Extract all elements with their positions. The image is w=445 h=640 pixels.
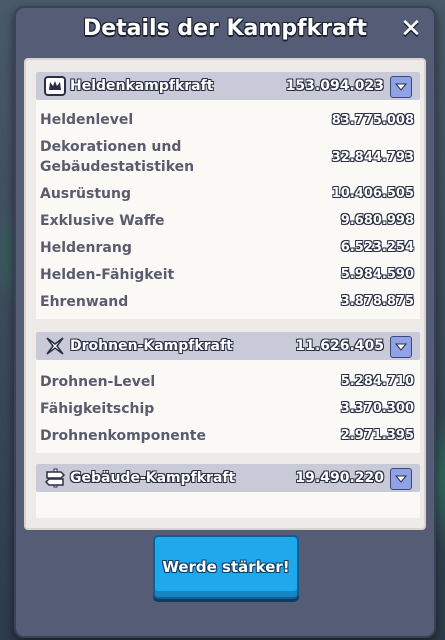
stat-row: Helden-Fähigkeit 5.984.590 [36,261,420,288]
stat-row: Drohnen-Level 5.284.710 [36,368,420,395]
drone-icon [44,335,66,357]
stat-row: Fähigkeitschip 3.370.300 [36,395,420,422]
stat-label: Drohnenkomponente [40,427,206,444]
signpost-icon [44,467,66,489]
stat-row: Ehrenwand 3.878.875 [36,288,420,315]
stat-label: Helden-Fähigkeit [40,266,175,283]
stat-row: Heldenrang 6.523.254 [36,234,420,261]
chevron-down-icon[interactable] [390,336,412,358]
stat-value: 6.523.254 [340,240,414,255]
section-header[interactable]: Drohnen-Kampfkraft 11.626.405 [36,332,420,360]
section-body: Heldenlevel 83.775.008 Dekorationen und … [36,100,420,319]
stat-row: Dekorationen und Gebäudestatistiken 32.8… [36,134,420,180]
stat-label: Heldenlevel [40,112,134,128]
stat-label: Heldenrang [40,239,132,256]
section-header[interactable]: Gebäude-Kampfkraft 19.490.220 [36,464,420,492]
chevron-down-icon[interactable] [390,468,412,490]
stat-row: Drohnenkomponente 2.971.395 [36,422,420,449]
stat-row: Exklusive Waffe 9.680.998 [36,207,420,234]
get-stronger-button[interactable]: Werde stärker! [153,535,299,599]
stat-label: Ehrenwand [40,293,129,310]
combat-power-dialog: Details der Kampfkraft ✕ Heldenkampfkraf… [14,6,436,638]
stat-row: Heldenlevel 83.775.008 [36,106,420,134]
stat-row: Ausrüstung 10.406.505 [36,180,420,207]
get-stronger-label: Werde stärker! [162,558,290,576]
stat-label: Fähigkeitschip [40,400,155,417]
chevron-down-icon[interactable] [390,76,412,98]
section-value: 19.490.220 [295,470,384,486]
section-title: Heldenkampfkraft [70,78,214,94]
stat-value: 5.284.710 [340,374,414,389]
section-value: 153.094.023 [285,78,384,94]
section-value: 11.626.405 [295,338,384,354]
dialog-title: Details der Kampfkraft [82,16,368,41]
section-title: Drohnen-Kampfkraft [70,338,233,354]
hero-crown-icon [44,75,66,97]
section-header[interactable]: Heldenkampfkraft 153.094.023 [36,72,420,100]
stat-value: 5.984.590 [340,267,414,282]
stat-value: 3.878.875 [340,294,414,309]
section-body [36,492,420,518]
section-hero-power: Heldenkampfkraft 153.094.023 Heldenlevel… [36,72,420,319]
stat-label: Exklusive Waffe [40,212,165,229]
stat-value: 83.775.008 [331,112,414,128]
stat-value: 32.844.793 [331,149,414,165]
section-drone-power: Drohnen-Kampfkraft 11.626.405 Drohnen-Le… [36,332,420,453]
details-panel: Heldenkampfkraft 153.094.023 Heldenlevel… [24,58,426,530]
stat-value: 10.406.505 [331,186,414,201]
stat-value: 3.370.300 [340,401,414,416]
stat-value: 2.971.395 [340,428,414,443]
stat-label: Ausrüstung [40,185,131,202]
close-icon[interactable]: ✕ [398,16,424,42]
section-title: Gebäude-Kampfkraft [70,470,236,486]
stat-value: 9.680.998 [340,213,414,228]
section-body: Drohnen-Level 5.284.710 Fähigkeitschip 3… [36,360,420,453]
stat-label: Dekorationen und Gebäudestatistiken [40,139,195,175]
stat-label: Drohnen-Level [40,373,156,390]
section-building-power: Gebäude-Kampfkraft 19.490.220 [36,464,420,518]
